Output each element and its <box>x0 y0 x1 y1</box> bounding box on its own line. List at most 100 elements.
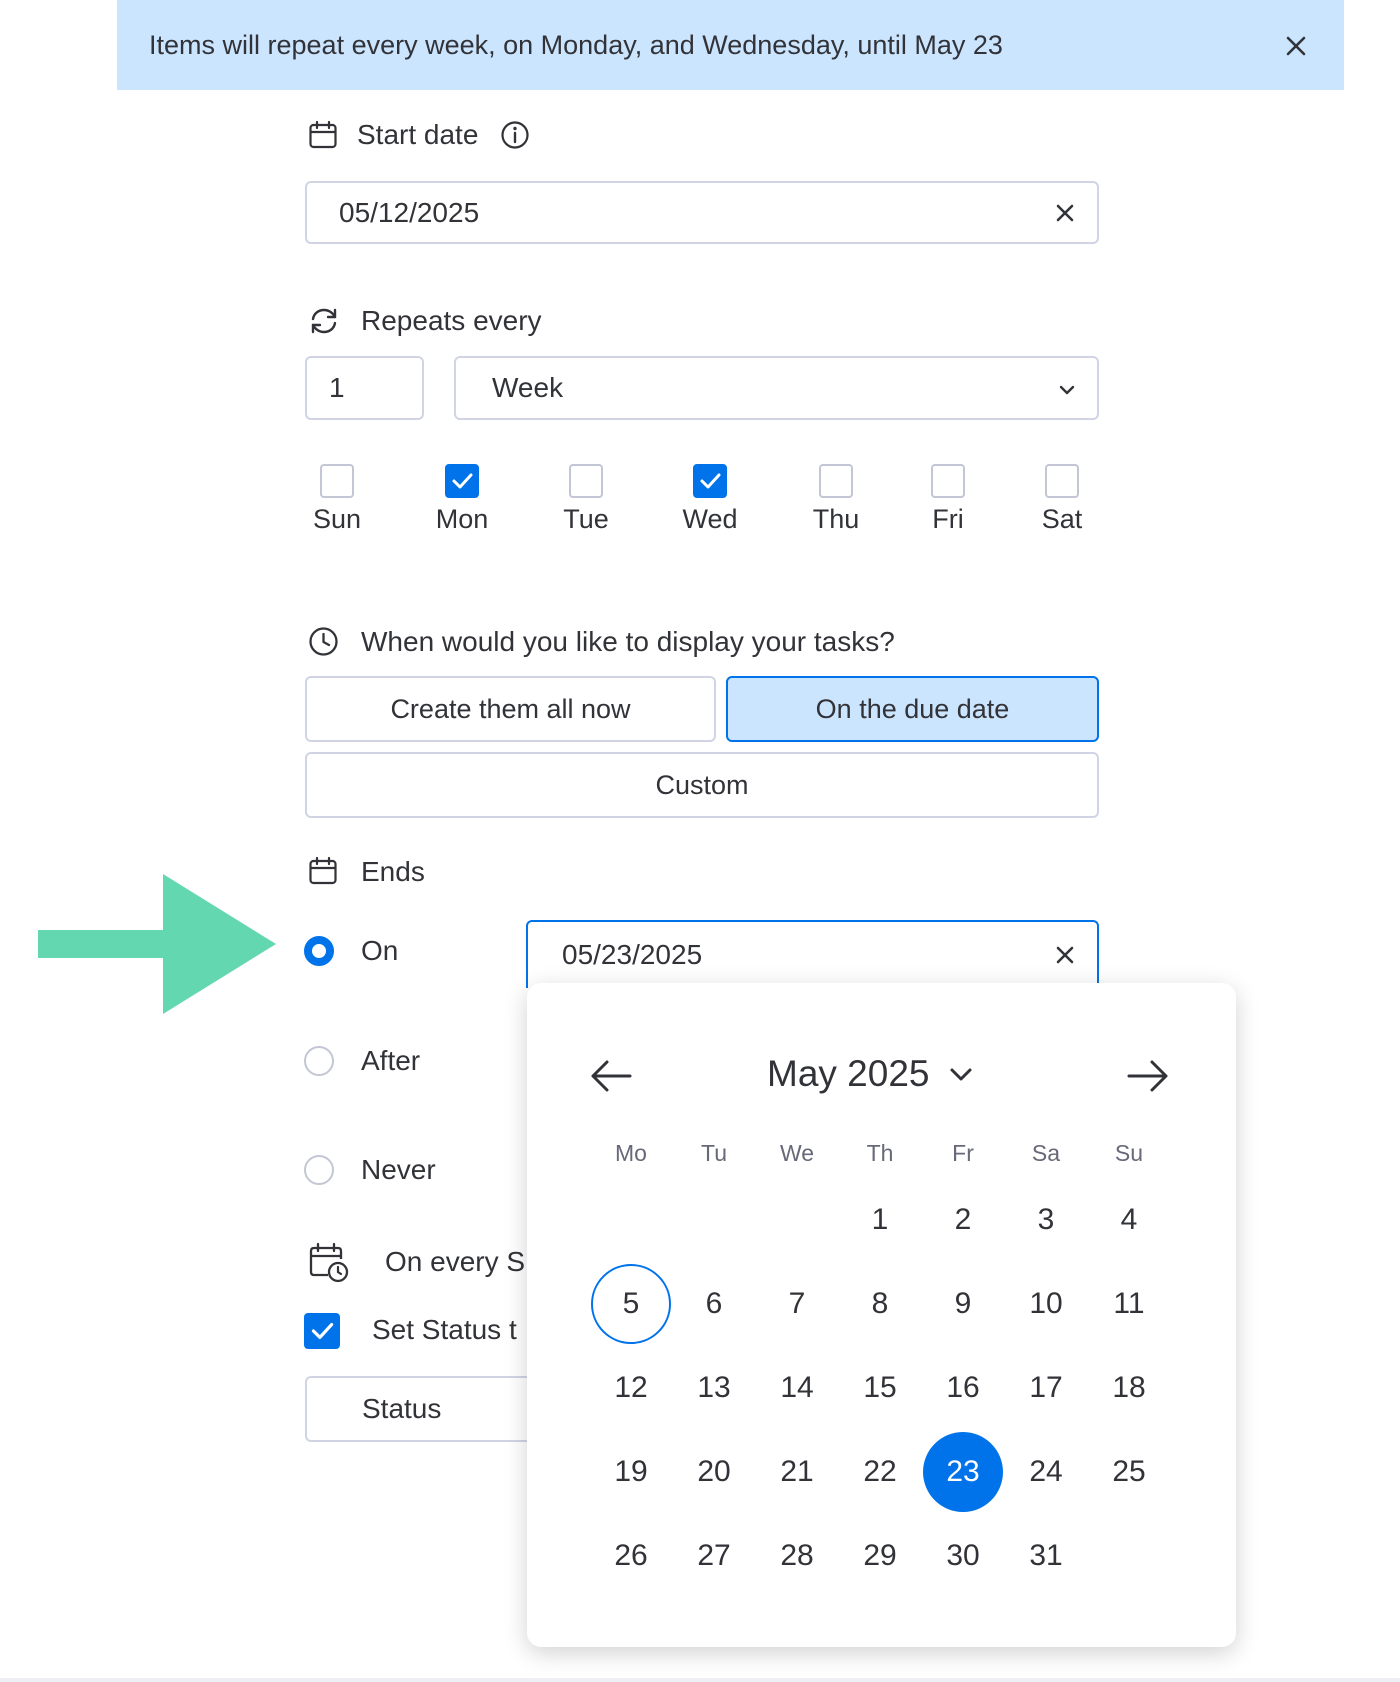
calendar-day[interactable]: 8 <box>840 1264 920 1344</box>
clock-icon <box>309 627 338 656</box>
checkbox[interactable] <box>931 464 965 498</box>
ends-never-label: Never <box>361 1154 436 1185</box>
check-icon <box>700 473 721 489</box>
custom-button[interactable]: Custom <box>305 752 1099 818</box>
clear-icon[interactable] <box>1055 203 1075 223</box>
on-every-label: On every S <box>385 1246 526 1277</box>
calendar-day-today[interactable]: 5 <box>591 1264 671 1344</box>
calendar-day[interactable]: 13 <box>674 1348 754 1428</box>
ends-label: Ends <box>361 856 425 887</box>
repeat-unit-select[interactable]: Week <box>454 356 1099 420</box>
start-date-input[interactable]: 05/12/2025 <box>305 181 1099 244</box>
chevron-down-icon <box>950 1068 971 1081</box>
checkbox-checked[interactable] <box>693 464 727 498</box>
calendar-day[interactable]: 20 <box>674 1432 754 1512</box>
calendar-day-selected[interactable]: 23 <box>923 1432 1003 1512</box>
calendar-day[interactable]: 17 <box>1006 1348 1086 1428</box>
checkbox[interactable] <box>1045 464 1079 498</box>
calendar-day[interactable]: 15 <box>840 1348 920 1428</box>
weekday-header: Tu <box>701 1140 727 1166</box>
ends-after-radio[interactable] <box>304 1046 334 1076</box>
calendar-day[interactable]: 12 <box>591 1348 671 1428</box>
weekday-thu[interactable]: Thu <box>796 464 876 535</box>
weekday-label: Sun <box>312 504 362 534</box>
calendar-day[interactable]: 30 <box>923 1516 1003 1596</box>
arrow-left-icon[interactable] <box>589 1059 633 1093</box>
repeat-interval-input[interactable]: 1 <box>305 356 424 420</box>
month-selector[interactable]: May 2025 <box>767 1053 974 1095</box>
start-date-label: Start date <box>357 119 479 150</box>
calendar-day[interactable]: 6 <box>674 1264 754 1344</box>
calendar-day[interactable]: 7 <box>757 1264 837 1344</box>
calendar-day[interactable]: 25 <box>1089 1432 1169 1512</box>
weekday-label: Mon <box>435 504 489 534</box>
weekday-label: Fri <box>932 504 964 534</box>
weekday-mon[interactable]: Mon <box>422 464 502 535</box>
weekday-header: Fr <box>952 1140 974 1166</box>
repeat-icon <box>311 308 337 334</box>
calendar-clock-icon <box>309 1242 349 1283</box>
checkbox[interactable] <box>320 464 354 498</box>
weekday-label: Wed <box>682 504 738 534</box>
calendar-day[interactable]: 4 <box>1089 1180 1169 1260</box>
clear-icon[interactable] <box>1055 945 1075 965</box>
calendar-icon <box>309 856 337 885</box>
calendar-day[interactable]: 10 <box>1006 1264 1086 1344</box>
weekday-header: Th <box>866 1140 894 1166</box>
ends-on-radio[interactable] <box>304 936 334 966</box>
calendar-day[interactable]: 24 <box>1006 1432 1086 1512</box>
weekday-header: Su <box>1114 1140 1144 1166</box>
repeat-unit-value: Week <box>492 372 564 403</box>
end-date-input[interactable]: 05/23/2025 <box>526 920 1099 988</box>
calendar-day[interactable]: 9 <box>923 1264 1003 1344</box>
calendar-day[interactable]: 19 <box>591 1432 671 1512</box>
status-select-value: Status <box>362 1393 442 1424</box>
weekday-wed[interactable]: Wed <box>670 464 750 535</box>
weekday-sat[interactable]: Sat <box>1022 464 1102 535</box>
check-icon <box>452 473 473 489</box>
info-icon[interactable] <box>500 120 530 150</box>
ends-on-label: On <box>361 935 399 966</box>
chevron-down-icon <box>1059 385 1075 395</box>
calendar-day[interactable]: 28 <box>757 1516 837 1596</box>
end-date-value: 05/23/2025 <box>562 939 703 970</box>
calendar-day[interactable]: 14 <box>757 1348 837 1428</box>
start-date-value: 05/12/2025 <box>339 196 480 228</box>
weekday-label: Thu <box>812 504 860 534</box>
checkbox[interactable] <box>569 464 603 498</box>
calendar-day[interactable]: 18 <box>1089 1348 1169 1428</box>
weekday-label: Sat <box>1041 504 1083 534</box>
checkbox-checked[interactable] <box>445 464 479 498</box>
weekday-tue[interactable]: Tue <box>546 464 626 535</box>
weekday-fri[interactable]: Fri <box>908 464 988 535</box>
check-icon <box>311 1323 334 1339</box>
calendar-day[interactable]: 2 <box>923 1180 1003 1260</box>
weekday-sun[interactable]: Sun <box>297 464 377 535</box>
weekday-header: Sa <box>1031 1140 1061 1166</box>
weekday-label: Tue <box>563 504 609 534</box>
banner-text: Items will repeat every week, on Monday,… <box>149 29 1003 60</box>
on-due-date-button[interactable]: On the due date <box>726 676 1099 742</box>
calendar-day[interactable]: 27 <box>674 1516 754 1596</box>
set-status-checkbox[interactable] <box>304 1313 340 1349</box>
calendar-day[interactable]: 16 <box>923 1348 1003 1428</box>
close-icon[interactable] <box>1284 34 1308 58</box>
checkbox[interactable] <box>819 464 853 498</box>
calendar-day[interactable]: 22 <box>840 1432 920 1512</box>
calendar-day[interactable]: 11 <box>1089 1264 1169 1344</box>
calendar-day[interactable]: 29 <box>840 1516 920 1596</box>
display-question: When would you like to display your task… <box>361 626 895 657</box>
create-all-now-button[interactable]: Create them all now <box>305 676 716 742</box>
arrow-right-icon <box>38 874 276 1014</box>
calendar-day[interactable]: 31 <box>1006 1516 1086 1596</box>
calendar-day[interactable]: 1 <box>840 1180 920 1260</box>
status-select[interactable]: Status <box>305 1376 545 1442</box>
month-label: May 2025 <box>767 1053 930 1094</box>
arrow-right-icon[interactable] <box>1126 1059 1170 1093</box>
info-banner: Items will repeat every week, on Monday,… <box>117 0 1344 90</box>
calendar-day[interactable]: 21 <box>757 1432 837 1512</box>
ends-never-radio[interactable] <box>304 1155 334 1185</box>
calendar-day[interactable]: 26 <box>591 1516 671 1596</box>
calendar-day[interactable]: 3 <box>1006 1180 1086 1260</box>
repeat-interval-value: 1 <box>329 372 345 403</box>
